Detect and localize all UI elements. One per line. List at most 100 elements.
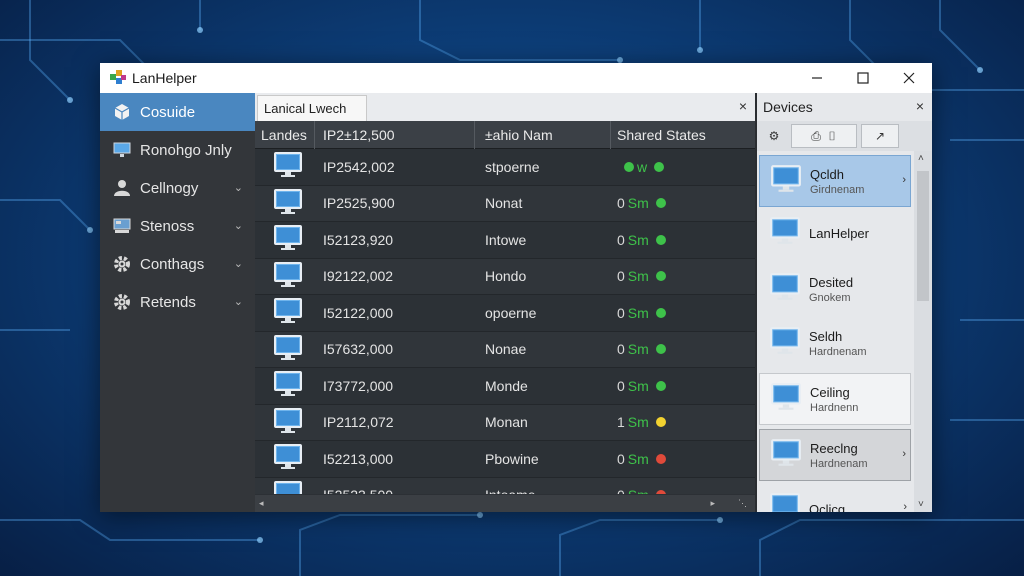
device-list-item[interactable]: LanHelper (759, 207, 911, 259)
sidebar-item-label: Retends (140, 293, 196, 311)
table-row[interactable]: I52213,000 Pbowine 0 Sm (255, 441, 755, 478)
settings-tool-button[interactable]: ⚙ (761, 124, 787, 148)
close-button[interactable] (886, 63, 932, 93)
sidebar-item-label: Cosuide (140, 103, 196, 121)
print-tool-button[interactable]: ⎙ ▯ (791, 124, 857, 148)
status-dot (655, 307, 666, 318)
status-dot (655, 198, 666, 209)
close-tab-icon[interactable]: × (739, 98, 747, 114)
device-name: Monan (485, 414, 528, 431)
tab-lanical-lwech[interactable]: Lanical Lwech (257, 95, 367, 121)
device-list-item[interactable]: Qclicg › (759, 483, 911, 512)
device-name: Intoame (475, 487, 611, 494)
scroll-up-icon[interactable]: ˄ (918, 153, 924, 164)
scroll-left-icon[interactable]: ◂ (259, 498, 264, 509)
device-list-item[interactable]: Ceiling Hardnenn (759, 373, 911, 425)
chevron-down-icon[interactable]: ⌄ (234, 257, 243, 270)
table-row[interactable]: IP2525,900 Nonat 0 Sm (255, 185, 755, 222)
shared-status-label: Sm (627, 268, 649, 285)
shared-status-label: Sm (627, 195, 649, 212)
devices-panel-header: Devices × (757, 93, 932, 121)
ip-address: I52523,500 (315, 487, 475, 494)
ip-address: I52122,000 (323, 304, 394, 321)
computer-icon (769, 271, 801, 308)
computer-icon (273, 260, 303, 293)
devices-panel-title: Devices (763, 99, 813, 115)
chevron-right-icon[interactable]: › (902, 448, 906, 460)
device-name: opoerne (485, 304, 537, 321)
table-row[interactable]: IP2112,072 Monan 1 Sm (255, 404, 755, 441)
sidebar-item-label: Cellnogy (140, 179, 199, 197)
gear-icon (112, 254, 132, 274)
device-list-item[interactable]: Desited Gnokem (759, 263, 911, 315)
sidebar-item-conthags[interactable]: Conthags ⌄ (100, 245, 255, 283)
sidebar-item-stenoss[interactable]: Stenoss ⌄ (100, 207, 255, 245)
resize-grip-icon[interactable]: ⋱ (738, 498, 747, 509)
share-tool-button[interactable]: ↗ (861, 124, 899, 148)
column-header[interactable]: IP2±12,500 (315, 120, 475, 149)
table-row[interactable]: I73772,000 Monde 0 Sm (255, 368, 755, 405)
device-item-subtitle: Hardnenn (810, 401, 859, 414)
app-window: LanHelper Cosuide Ronohgo Jnly Cellnogy … (100, 63, 932, 512)
device-list: Qclicg › Reeclng Hardnenam › Ceiling Hardnenn S… (757, 151, 932, 512)
device-list-item[interactable]: Qcldh Girdnenam › (759, 155, 911, 207)
table-row[interactable]: IP2542,002 stpoerne w (255, 149, 755, 186)
chevron-down-icon[interactable]: ⌄ (234, 219, 243, 232)
computer-icon (769, 215, 801, 252)
scroll-down-icon[interactable]: ˅ (918, 499, 924, 510)
status-dot (655, 490, 666, 494)
device-item-name: Ceiling (810, 384, 850, 400)
device-item-name: Qclicg (809, 501, 846, 513)
status-dot (654, 161, 665, 172)
device-list-item[interactable]: Seldh Hardnenam (759, 317, 911, 369)
chevron-down-icon[interactable]: ⌄ (234, 181, 243, 194)
computer-icon (273, 479, 303, 494)
close-icon (903, 72, 915, 84)
computer-icon (273, 333, 303, 366)
computer-icon (273, 187, 303, 220)
computer-icon (273, 296, 303, 329)
lanhelper-logo-icon (110, 70, 126, 84)
device-item-subtitle: Girdnenam (810, 183, 865, 196)
main-panel: Lanical Lwech × Landes IP2±12,500 ±ahio … (255, 93, 755, 512)
status-dot (655, 344, 666, 355)
status-dot (624, 161, 634, 172)
vertical-scrollbar[interactable]: ˄ ˅ (914, 151, 932, 512)
table-header: Landes IP2±12,500 ±ahio Nam Shared State… (255, 120, 755, 149)
ip-address: IP2525,900 (323, 195, 395, 212)
device-item-name: Qcldh (810, 166, 844, 182)
sidebar-item-cosuide[interactable]: Cosuide (100, 93, 255, 131)
sidebar-item-label: Conthags (140, 255, 205, 273)
sidebar-item-retends[interactable]: Retends ⌄ (100, 283, 255, 321)
minimize-button[interactable] (794, 63, 840, 93)
device-name: Pbowine (485, 450, 539, 467)
table-row[interactable]: I92122,002 Hondo 0 Sm (255, 258, 755, 295)
column-header[interactable]: Landes (255, 120, 315, 149)
scroll-right-icon[interactable]: ▸ (710, 498, 715, 509)
shared-status-label: Sm (627, 231, 649, 248)
chevron-right-icon[interactable]: › (902, 174, 906, 186)
scrollbar-thumb[interactable] (917, 171, 929, 301)
table-row[interactable]: I57632,000 Nonae 0 Sm (255, 331, 755, 368)
title-bar[interactable]: LanHelper (100, 63, 932, 93)
sidebar-item-cellnogy[interactable]: Cellnogy ⌄ (100, 169, 255, 207)
chevron-down-icon[interactable]: ⌄ (234, 295, 243, 308)
maximize-button[interactable] (840, 63, 886, 93)
column-header[interactable]: Shared States (611, 121, 755, 149)
computer-icon (769, 491, 801, 512)
sidebar-item-ronohgo-jnly[interactable]: Ronohgo Jnly (100, 131, 255, 169)
column-header[interactable]: ±ahio Nam (475, 120, 611, 149)
table-row[interactable]: I52523,500Intoame 0Sm (255, 477, 755, 494)
devices-toolbar: ⚙ ⎙ ▯ ↗ (757, 121, 932, 151)
status-dot (655, 417, 666, 428)
chevron-right-icon[interactable]: › (903, 501, 907, 512)
ip-address: I73772,000 (323, 377, 394, 394)
device-list-item[interactable]: Reeclng Hardnenam › (759, 429, 911, 481)
close-panel-icon[interactable]: × (916, 98, 924, 114)
horizontal-scrollbar[interactable]: ◂ ▸ ⋱ (255, 495, 755, 512)
device-name: Nonae (485, 341, 527, 358)
table-row[interactable]: I52123,920 Intowe 0 Sm (255, 222, 755, 259)
table-row[interactable]: I52122,000 opoerne 0 Sm (255, 295, 755, 332)
sidebar-item-label: Ronohgo Jnly (140, 141, 232, 159)
ip-address: IP2112,072 (323, 414, 394, 431)
